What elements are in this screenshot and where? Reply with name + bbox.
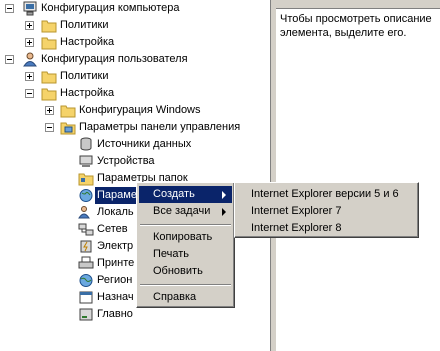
tree-item-data-sources[interactable]: Источники данных bbox=[0, 136, 270, 153]
menu-item-refresh[interactable]: Обновить bbox=[139, 263, 232, 280]
user-icon bbox=[23, 52, 37, 67]
tree-label: Электр bbox=[97, 240, 134, 252]
tree-item-policies[interactable]: Политики bbox=[0, 68, 270, 85]
tree-item-devices[interactable]: Устройства bbox=[0, 153, 270, 170]
menu-item-help[interactable]: Справка bbox=[139, 289, 232, 306]
submenu-arrow-icon bbox=[222, 191, 226, 199]
menu-separator bbox=[140, 284, 231, 286]
submenu-arrow-icon bbox=[222, 208, 226, 216]
folder-options-icon bbox=[78, 173, 94, 186]
tree-label: Устройства bbox=[97, 155, 155, 167]
tree-label: Сетев bbox=[97, 223, 128, 235]
data-source-icon bbox=[80, 137, 92, 151]
menu-item-label: Печать bbox=[153, 248, 190, 260]
tree-label: Конфигурация пользователя bbox=[41, 53, 188, 65]
folder-icon bbox=[60, 105, 76, 118]
tree-item-settings[interactable]: Настройка bbox=[0, 34, 270, 51]
tree-label: Локаль bbox=[97, 206, 134, 218]
tree-label: Регион bbox=[97, 274, 133, 286]
description-text: Чтобы просмотреть описание элемента, выд… bbox=[280, 13, 432, 39]
menu-item-label: Создать bbox=[153, 188, 195, 200]
computer-icon bbox=[23, 1, 37, 16]
folder-open-icon bbox=[41, 88, 57, 101]
globe-gear-icon bbox=[79, 189, 93, 202]
submenu-item-ie7[interactable]: Internet Explorer 7 bbox=[237, 203, 416, 220]
collapse-icon[interactable] bbox=[5, 4, 14, 13]
menu-item-print[interactable]: Печать bbox=[139, 246, 232, 263]
menu-item-label: Обновить bbox=[153, 265, 203, 277]
users-icon bbox=[78, 206, 90, 219]
power-icon bbox=[80, 240, 92, 253]
collapse-icon[interactable] bbox=[5, 55, 14, 64]
tree-label: Главно bbox=[97, 308, 133, 320]
globe-icon bbox=[79, 274, 93, 287]
description-header bbox=[276, 0, 440, 9]
tree-label: Источники данных bbox=[97, 138, 192, 150]
expand-icon[interactable] bbox=[45, 106, 54, 115]
menu-item-label: Internet Explorer 8 bbox=[251, 222, 342, 234]
tree-label: Принте bbox=[97, 257, 135, 269]
menu-item-label: Internet Explorer версии 5 и 6 bbox=[251, 188, 399, 200]
tree-label: Конфигурация компьютера bbox=[41, 2, 180, 14]
submenu-item-ie8[interactable]: Internet Explorer 8 bbox=[237, 220, 416, 237]
collapse-icon[interactable] bbox=[45, 123, 54, 132]
tree-label: Конфигурация Windows bbox=[79, 104, 201, 116]
tree-label: Настройка bbox=[60, 87, 115, 99]
printer-icon bbox=[78, 256, 94, 269]
tree-item-start-menu[interactable]: Главно bbox=[0, 306, 270, 323]
tree-label: Настройка bbox=[60, 36, 115, 48]
tree-item-user-config[interactable]: Конфигурация пользователя bbox=[0, 51, 270, 68]
menu-item-copy[interactable]: Копировать bbox=[139, 229, 232, 246]
expand-icon[interactable] bbox=[25, 72, 34, 81]
tree-item-computer-config[interactable]: Конфигурация компьютера bbox=[0, 0, 270, 17]
expand-icon[interactable] bbox=[25, 38, 34, 47]
tree-item-settings[interactable]: Настройка bbox=[0, 85, 270, 102]
collapse-icon[interactable] bbox=[25, 89, 34, 98]
menu-item-label: Копировать bbox=[153, 231, 213, 243]
expand-icon[interactable] bbox=[25, 21, 34, 30]
folder-icon bbox=[41, 71, 57, 84]
tree-label: Назнач bbox=[97, 291, 134, 303]
menu-separator bbox=[140, 224, 231, 226]
network-icon bbox=[78, 223, 94, 236]
tree-label: Политики bbox=[60, 70, 109, 82]
start-menu-icon bbox=[79, 308, 93, 321]
menu-item-create[interactable]: Создать bbox=[139, 186, 232, 203]
description-pane: Чтобы просмотреть описание элемента, выд… bbox=[276, 0, 440, 351]
menu-item-label: Internet Explorer 7 bbox=[251, 205, 342, 217]
tree-item-policies[interactable]: Политики bbox=[0, 17, 270, 34]
tree-label: Параметры панели управления bbox=[79, 121, 241, 133]
menu-item-all-tasks[interactable]: Все задачи bbox=[139, 203, 232, 220]
scheduled-tasks-icon bbox=[79, 291, 93, 304]
devices-icon bbox=[79, 155, 93, 167]
folder-icon bbox=[41, 20, 57, 33]
folder-icon bbox=[41, 37, 57, 50]
menu-item-label: Справка bbox=[153, 291, 197, 303]
submenu-item-ie56[interactable]: Internet Explorer версии 5 и 6 bbox=[237, 186, 416, 203]
tree-item-control-panel[interactable]: Параметры панели управления bbox=[0, 119, 270, 136]
menu-item-label: Все задачи bbox=[153, 205, 211, 217]
control-panel-folder-icon bbox=[60, 122, 76, 135]
create-submenu: Internet Explorer версии 5 и 6 Internet … bbox=[234, 182, 419, 238]
tree-item-windows-config[interactable]: Конфигурация Windows bbox=[0, 102, 270, 119]
tree-label: Политики bbox=[60, 19, 109, 31]
context-menu: Создать Все задачи Копировать Печать Обн… bbox=[136, 182, 235, 308]
